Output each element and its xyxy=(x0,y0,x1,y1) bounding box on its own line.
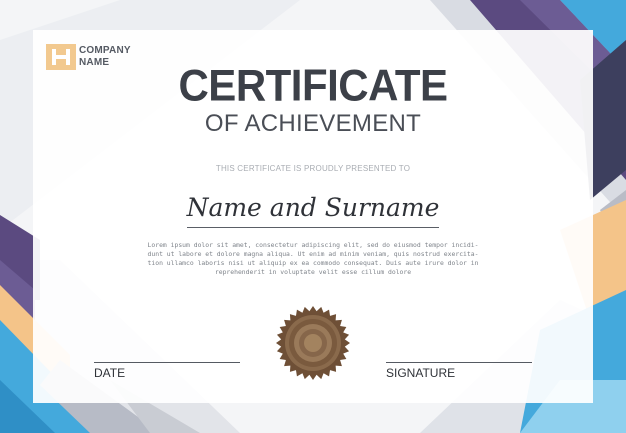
date-line xyxy=(94,362,240,363)
recipient-name: Name and Surname xyxy=(186,193,440,222)
certificate-title: CERTIFICATE xyxy=(178,60,448,111)
signature-line xyxy=(386,362,532,363)
body-line: tion ullamco laboris nisi ut aliquip ex … xyxy=(147,259,479,267)
body-line: dunt ut labore et dolore magna aliqua. U… xyxy=(147,250,479,258)
body-line: reprehenderit in voluptate velit esse ci… xyxy=(214,268,412,276)
body-line: Lorem ipsum dolor sit amet, consectetur … xyxy=(147,241,479,249)
certificate-page: COMPANY NAME CERTIFICATE OF ACHIEVEMENT … xyxy=(0,0,626,433)
certificate-body-text: Lorem ipsum dolor sit amet, consectetur … xyxy=(140,241,486,277)
presented-to-text: THIS CERTIFICATE IS PROUDLY PRESENTED TO xyxy=(215,164,411,173)
signature-label: SIGNATURE xyxy=(386,366,456,380)
certificate-subtitle: OF ACHIEVEMENT xyxy=(204,110,422,137)
date-label: DATE xyxy=(94,366,126,380)
recipient-underline xyxy=(187,227,439,228)
seal-badge-icon xyxy=(276,306,350,380)
company-name-line1: COMPANY xyxy=(79,45,131,56)
